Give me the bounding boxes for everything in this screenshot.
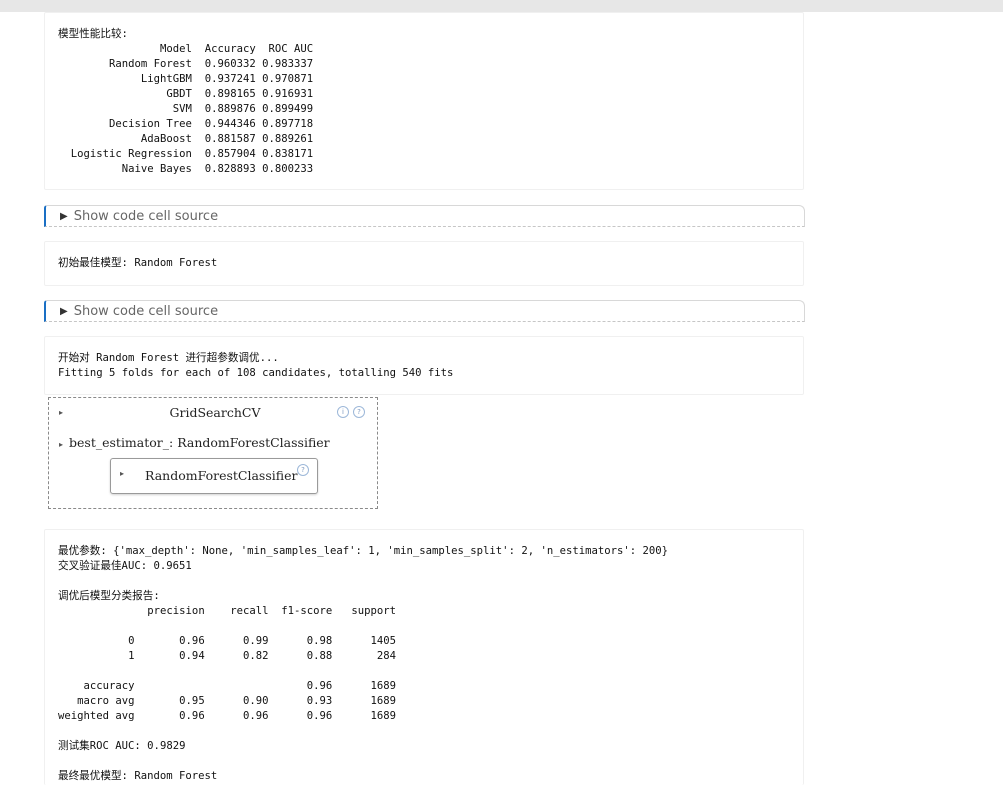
- random-forest-classifier-box[interactable]: ▸ RandomForestClassifier ?: [110, 458, 318, 494]
- gridsearchcv-toggle[interactable]: ▸ GridSearchCV i ?: [59, 404, 371, 422]
- comparison-row: LightGBM 0.937241 0.970871: [58, 73, 314, 85]
- best-estimator-label: best_estimator_: RandomForestClassifier: [69, 435, 330, 450]
- comparison-row: GBDT 0.898165 0.916931: [58, 88, 314, 100]
- report-line: weighted avg 0.96 0.96 0.96 1689: [58, 710, 397, 722]
- blank-line: [58, 574, 803, 589]
- final-best-text: 最终最优模型: Random Forest: [58, 770, 218, 782]
- report-title: 调优后模型分类报告:: [58, 590, 160, 602]
- best-estimator-toggle[interactable]: ▸ best_estimator_: RandomForestClassifier: [59, 434, 330, 452]
- show-code-label: Show code cell source: [73, 303, 219, 319]
- blank-line: [58, 754, 803, 769]
- comparison-row: Logistic Regression 0.857904 0.838171: [58, 148, 314, 160]
- comparison-row: Naive Bayes 0.828893 0.800233: [58, 163, 314, 175]
- report-line: [58, 619, 803, 634]
- output-initial-best: 初始最佳模型: Random Forest: [44, 241, 804, 286]
- initial-best-text: 初始最佳模型: Random Forest: [58, 257, 218, 269]
- expand-arrow-icon: ▸: [59, 440, 64, 449]
- estimator-diagram: ▸ GridSearchCV i ? ▸ best_estimator_: Ran…: [48, 397, 378, 509]
- test-auc-text: 测试集ROC AUC: 0.9829: [58, 740, 186, 752]
- gridsearchcv-label: GridSearchCV: [169, 405, 261, 420]
- cv-auc-text: 交叉验证最佳AUC: 0.9651: [58, 560, 192, 572]
- output-results: 最优参数: {'max_depth': None, 'min_samples_l…: [44, 529, 804, 785]
- show-code-toggle[interactable]: ▶ Show code cell source: [44, 300, 805, 322]
- random-forest-classifier-label: RandomForestClassifier: [145, 468, 298, 483]
- info-icon[interactable]: i: [337, 406, 349, 418]
- output-tuning-start: 开始对 Random Forest 进行超参数调优... Fitting 5 f…: [44, 336, 804, 395]
- report-line: 0 0.96 0.99 0.98 1405: [58, 635, 397, 647]
- tuning-line: 开始对 Random Forest 进行超参数调优...: [58, 352, 279, 364]
- best-params-text: 最优参数: {'max_depth': None, 'min_samples_l…: [58, 545, 669, 557]
- comparison-title: 模型性能比较:: [58, 28, 128, 40]
- show-code-toggle[interactable]: ▶ Show code cell source: [44, 205, 805, 227]
- comparison-row: AdaBoost 0.881587 0.889261: [58, 133, 314, 145]
- comparison-row: Decision Tree 0.944346 0.897718: [58, 118, 314, 130]
- report-line: 1 0.94 0.82 0.88 284: [58, 650, 397, 662]
- output-model-comparison: 模型性能比较: Model Accuracy ROC AUC Random Fo…: [44, 12, 804, 190]
- expand-arrow-icon: ▸: [120, 469, 125, 478]
- report-line: [58, 664, 803, 679]
- report-line: precision recall f1-score support: [58, 605, 397, 617]
- top-bar: [0, 0, 1003, 12]
- help-icon[interactable]: ?: [353, 406, 365, 418]
- comparison-row: Random Forest 0.960332 0.983337: [58, 58, 314, 70]
- blank-line: [58, 724, 803, 739]
- expand-triangle-icon: ▶: [60, 305, 68, 317]
- tuning-line: Fitting 5 folds for each of 108 candidat…: [58, 367, 454, 379]
- show-code-label: Show code cell source: [73, 208, 219, 224]
- report-line: accuracy 0.96 1689: [58, 680, 397, 692]
- report-line: macro avg 0.95 0.90 0.93 1689: [58, 695, 397, 707]
- expand-triangle-icon: ▶: [60, 210, 68, 222]
- comparison-header: Model Accuracy ROC AUC: [58, 43, 314, 55]
- comparison-row: SVM 0.889876 0.899499: [58, 103, 314, 115]
- help-icon[interactable]: ?: [297, 464, 309, 476]
